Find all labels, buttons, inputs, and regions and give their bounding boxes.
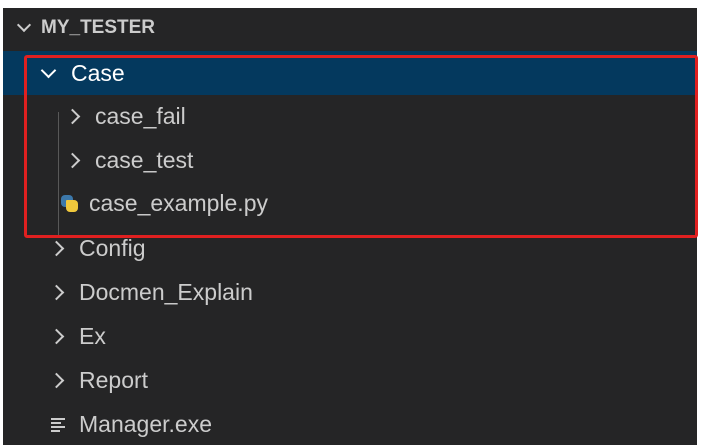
tree-item-config[interactable]: Config: [3, 226, 697, 270]
chevron-right-icon: [48, 328, 79, 344]
tree-item-label: case_example.py: [89, 189, 268, 216]
tree-item-manager-exe[interactable]: Manager.exe: [3, 402, 697, 446]
chevron-down-icon: [16, 17, 41, 33]
chevron-right-icon: [48, 284, 79, 300]
tree-item-case-fail[interactable]: case_fail: [3, 94, 697, 138]
tree-item-label: Ex: [79, 322, 106, 349]
tree-item-docmen-explain[interactable]: Docmen_Explain: [3, 270, 697, 314]
tree-item-label: Config: [79, 234, 146, 261]
tree-item-report[interactable]: Report: [3, 358, 697, 402]
tree-item-label: Report: [79, 366, 149, 393]
tree-item-label: Case: [71, 59, 125, 86]
chevron-right-icon: [64, 108, 95, 124]
tree-item-label: case_fail: [95, 102, 186, 129]
chevron-right-icon: [48, 372, 79, 388]
explorer-panel: MY_TESTER Case case_fail case_test case_…: [0, 0, 703, 445]
explorer-section-header[interactable]: MY_TESTER: [3, 8, 697, 48]
chevron-right-icon: [64, 152, 95, 168]
section-title: MY_TESTER: [41, 17, 156, 38]
tree-item-ex[interactable]: Ex: [3, 314, 697, 358]
tree-item-label: Docmen_Explain: [79, 278, 253, 305]
tree-item-case-example-py[interactable]: case_example.py: [3, 181, 697, 225]
text-file-icon: [51, 417, 79, 432]
python-icon: [61, 194, 89, 212]
tree-item-case[interactable]: Case: [3, 51, 697, 95]
tree-item-label: case_test: [95, 146, 194, 173]
tree-item-case-test[interactable]: case_test: [3, 138, 697, 182]
chevron-down-icon: [40, 62, 71, 78]
tree-item-label: Manager.exe: [79, 410, 212, 437]
chevron-right-icon: [48, 240, 79, 256]
